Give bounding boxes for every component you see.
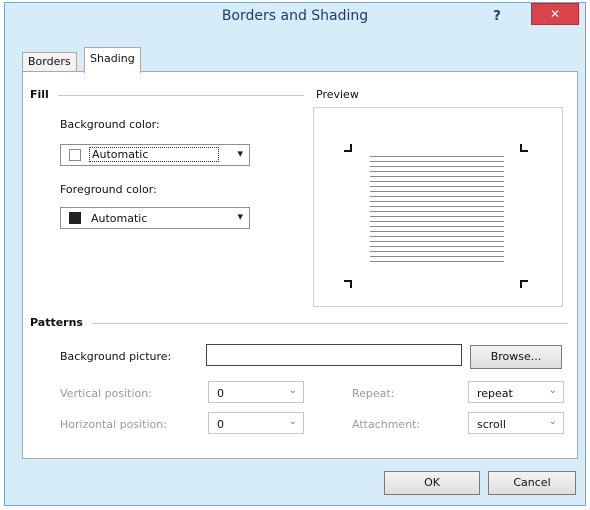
preview-text-line [370, 206, 504, 207]
preview-text-line [370, 186, 504, 187]
background-color-dropdown[interactable]: Automatic ▾ [60, 144, 250, 166]
foreground-color-dropdown[interactable]: Automatic ▾ [60, 207, 250, 229]
preview-text-line [370, 231, 504, 232]
preview-text-line [370, 246, 504, 247]
browse-button[interactable]: Browse... [470, 345, 562, 369]
corner-mark-icon [520, 280, 528, 288]
patterns-group-label: Patterns [30, 316, 83, 329]
help-button[interactable]: ? [485, 7, 509, 27]
preview-text-line [370, 196, 504, 197]
ok-button[interactable]: OK [384, 471, 480, 495]
vertical-position-select[interactable]: 0 ⌄ [208, 381, 304, 403]
chevron-down-icon: ▾ [237, 210, 243, 223]
corner-mark-icon [344, 144, 352, 152]
attachment-value: scroll [477, 418, 506, 431]
corner-mark-icon [520, 144, 528, 152]
horizontal-position-select[interactable]: 0 ⌄ [208, 412, 304, 434]
attachment-select[interactable]: scroll ⌄ [468, 412, 564, 434]
tab-shading[interactable]: Shading [84, 47, 141, 73]
fill-separator [58, 95, 304, 96]
horizontal-position-label: Horizontal position: [60, 418, 167, 431]
preview-text-line [370, 256, 504, 257]
preview-text-line [370, 226, 504, 227]
preview-text-line [370, 201, 504, 202]
chevron-down-icon: ⌄ [288, 385, 297, 396]
chevron-down-icon: ⌄ [288, 416, 297, 427]
preview-text-line [370, 176, 504, 177]
close-button[interactable]: ✕ [531, 3, 579, 25]
empty-swatch-icon [69, 149, 81, 161]
preview-text-line [370, 166, 504, 167]
title-bar: Borders and Shading ? ✕ [5, 3, 585, 33]
horizontal-position-value: 0 [217, 418, 224, 431]
background-color-value: Automatic [89, 147, 220, 162]
preview-text-line [370, 221, 504, 222]
foreground-color-label: Foreground color: [60, 183, 157, 196]
cancel-button[interactable]: Cancel [488, 471, 576, 495]
preview-text-line [370, 261, 504, 262]
fill-group-label: Fill [30, 88, 49, 101]
patterns-separator [92, 323, 568, 324]
preview-text-line [370, 161, 504, 162]
dark-swatch-icon [69, 212, 81, 224]
corner-mark-icon [344, 280, 352, 288]
repeat-label: Repeat: [352, 387, 395, 400]
close-icon: ✕ [549, 7, 561, 21]
preview-text-line [370, 251, 504, 252]
preview-text-line [370, 211, 504, 212]
foreground-color-value: Automatic [91, 212, 148, 225]
chevron-down-icon: ⌄ [548, 385, 557, 396]
chevron-down-icon: ⌄ [548, 416, 557, 427]
repeat-value: repeat [477, 387, 513, 400]
chevron-down-icon: ▾ [237, 147, 243, 160]
tab-borders[interactable]: Borders [22, 52, 77, 72]
background-color-label: Background color: [60, 118, 160, 131]
background-picture-input[interactable] [206, 344, 462, 366]
preview-text-line [370, 171, 504, 172]
preview-text-line [370, 236, 504, 237]
preview-text-line [370, 156, 504, 157]
preview-area [313, 107, 563, 307]
vertical-position-value: 0 [217, 387, 224, 400]
preview-text-line [370, 241, 504, 242]
vertical-position-label: Vertical position: [60, 387, 152, 400]
preview-text-line [370, 191, 504, 192]
preview-group-label: Preview [316, 88, 359, 101]
attachment-label: Attachment: [352, 418, 421, 431]
repeat-select[interactable]: repeat ⌄ [468, 381, 564, 403]
preview-text-line [370, 216, 504, 217]
preview-text-line [370, 181, 504, 182]
background-picture-label: Background picture: [60, 350, 172, 363]
